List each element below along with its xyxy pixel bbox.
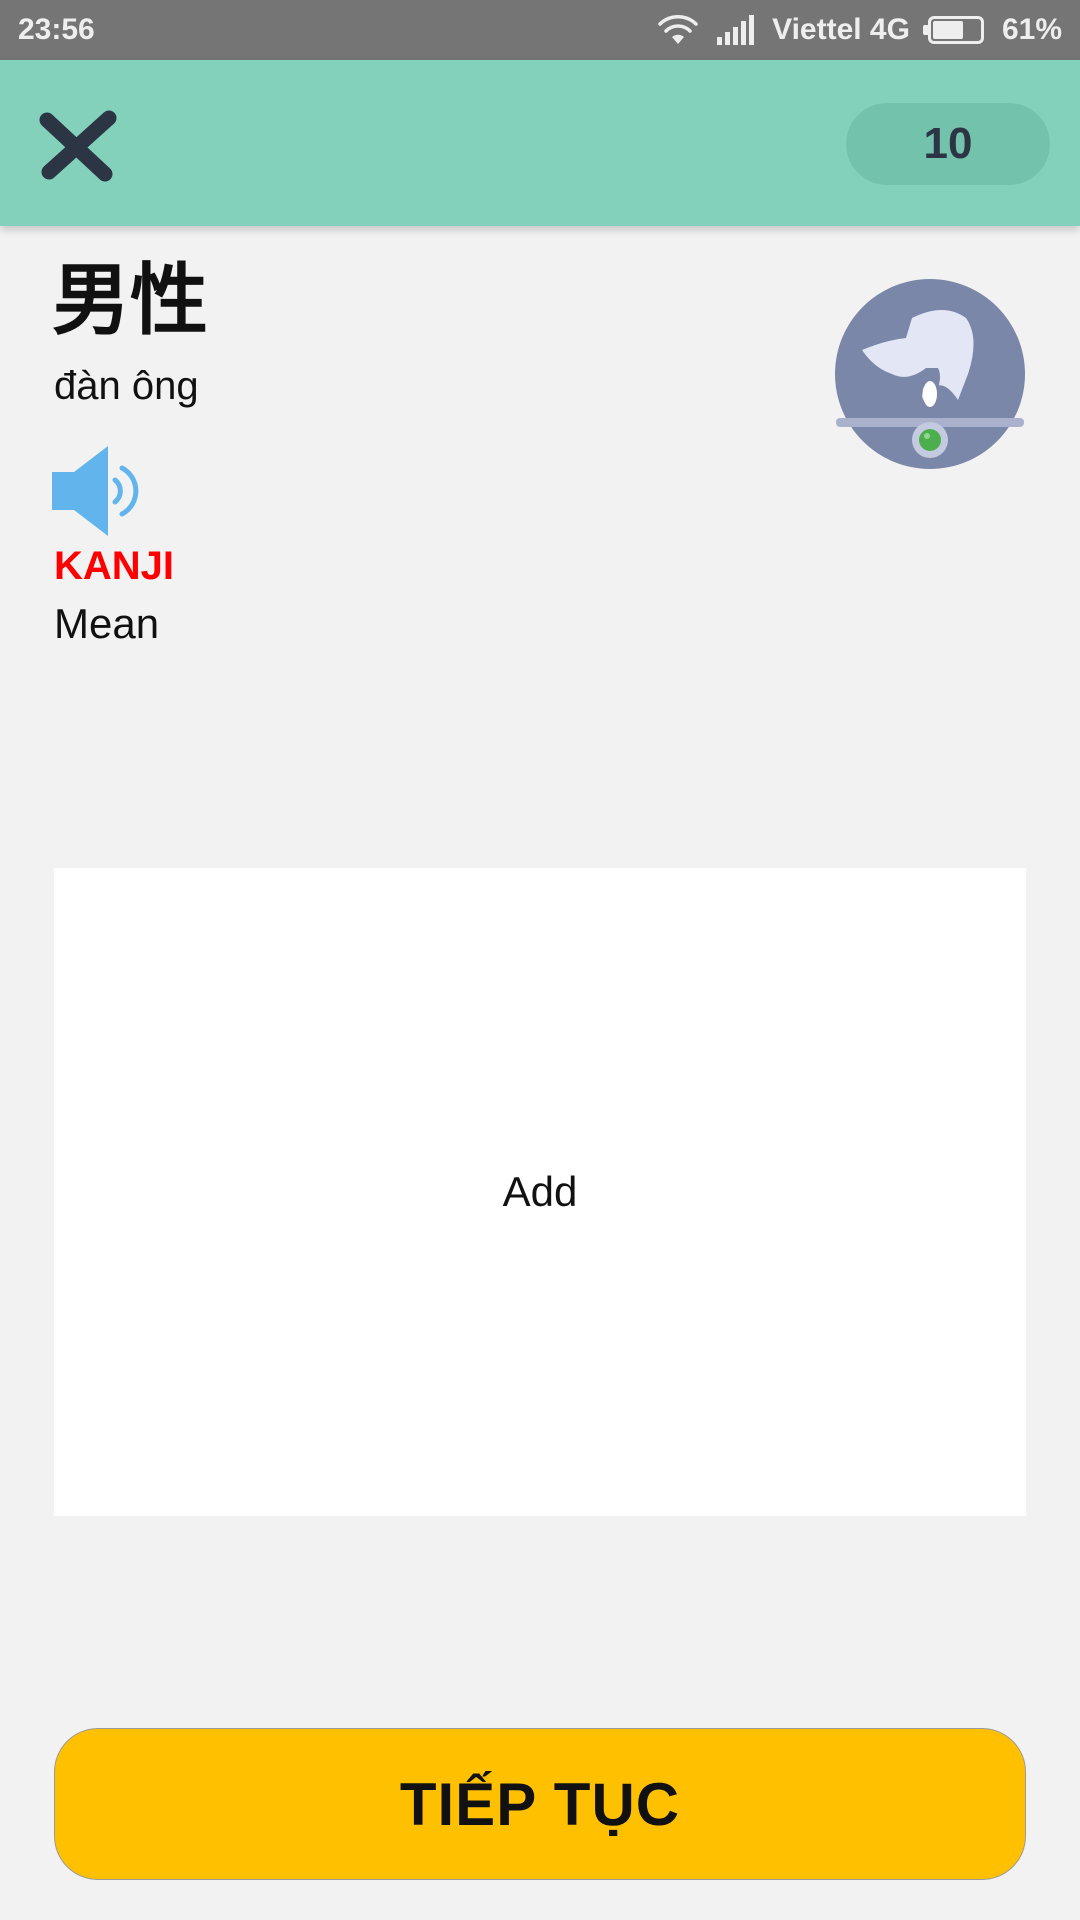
continue-button[interactable]: TIẾP TỤC bbox=[54, 1728, 1026, 1880]
audio-button[interactable] bbox=[52, 446, 148, 536]
speaker-icon bbox=[52, 446, 139, 536]
status-icons: Viettel 4G 61% bbox=[658, 13, 1062, 47]
app-bar: 10 bbox=[0, 60, 1080, 226]
kanji-word: 男性 bbox=[52, 256, 209, 346]
avatar bbox=[834, 278, 1026, 470]
hand-ring-icon bbox=[835, 279, 1025, 469]
status-time: 23:56 bbox=[18, 13, 95, 46]
battery-icon bbox=[922, 16, 984, 44]
add-card-label: Add bbox=[502, 1168, 578, 1215]
close-button[interactable] bbox=[38, 106, 118, 186]
wifi-icon bbox=[658, 14, 698, 46]
word-meaning: đàn ông bbox=[54, 364, 199, 408]
mean-label: Mean bbox=[54, 600, 160, 647]
carrier-label: Viettel 4G bbox=[772, 13, 910, 46]
add-card[interactable]: Add bbox=[54, 868, 1026, 1516]
battery-percent: 61% bbox=[1001, 13, 1062, 46]
score-badge: 10 bbox=[846, 103, 1050, 185]
kanji-label: KANJI bbox=[54, 544, 175, 588]
signal-icon bbox=[716, 15, 755, 45]
status-bar: 23:56 Viettel 4G 61% bbox=[0, 0, 1080, 60]
close-icon bbox=[39, 110, 117, 182]
